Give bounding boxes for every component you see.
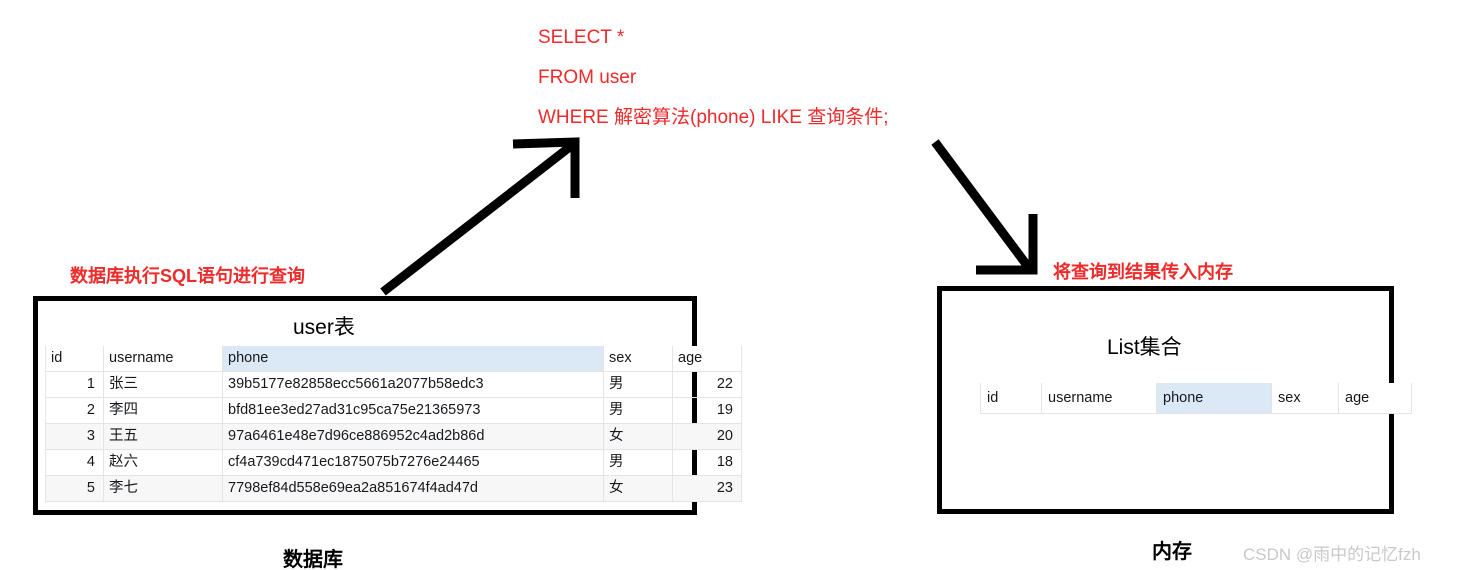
column-header-username: username bbox=[1041, 383, 1157, 414]
table-row: 5 李七 7798ef84d558e69ea2a851674f4ad47d 女 … bbox=[45, 475, 742, 502]
column-header-id: id bbox=[45, 346, 104, 372]
cell-id: 3 bbox=[45, 423, 104, 450]
list-collection-title: List集合 bbox=[1107, 336, 1182, 359]
cell-username: 张三 bbox=[103, 371, 223, 398]
user-table-title: user表 bbox=[293, 316, 355, 339]
sql-line-from: FROM user bbox=[538, 67, 637, 88]
diagram-canvas: SELECT * FROM user WHERE 解密算法(phone) LIK… bbox=[0, 0, 1457, 570]
column-header-sex: sex bbox=[603, 346, 673, 372]
arrow-down-right-icon bbox=[931, 139, 1038, 275]
column-header-phone: phone bbox=[222, 346, 604, 372]
cell-username: 李四 bbox=[103, 397, 223, 424]
caption-memory: 内存 bbox=[1152, 541, 1192, 563]
cell-id: 4 bbox=[45, 449, 104, 476]
cell-age: 20 bbox=[672, 423, 742, 450]
cell-username: 李七 bbox=[103, 475, 223, 502]
cell-phone: 7798ef84d558e69ea2a851674f4ad47d bbox=[222, 475, 604, 502]
column-header-sex: sex bbox=[1271, 383, 1339, 414]
cell-sex: 男 bbox=[603, 371, 673, 398]
database-panel: user表 id username phone sex age 1 张三 39b… bbox=[33, 296, 742, 515]
cell-age: 22 bbox=[672, 371, 742, 398]
cell-phone: cf4a739cd471ec1875075b7276e24465 bbox=[222, 449, 604, 476]
label-to-memory: 将查询到结果传入内存 bbox=[1053, 262, 1233, 282]
cell-sex: 女 bbox=[603, 475, 673, 502]
memory-panel: List集合 id username phone sex age bbox=[937, 286, 1412, 514]
list-table: id username phone sex age bbox=[980, 383, 1412, 414]
cell-id: 2 bbox=[45, 397, 104, 424]
caption-database: 数据库 bbox=[283, 549, 343, 570]
cell-phone: 39b5177e82858ecc5661a2077b58edc3 bbox=[222, 371, 604, 398]
column-header-username: username bbox=[103, 346, 223, 372]
cell-id: 5 bbox=[45, 475, 104, 502]
table-row: 3 王五 97a6461e48e7d96ce886952c4ad2b86d 女 … bbox=[45, 423, 742, 450]
table-header-row: id username phone sex age bbox=[45, 346, 742, 372]
cell-phone: 97a6461e48e7d96ce886952c4ad2b86d bbox=[222, 423, 604, 450]
cell-id: 1 bbox=[45, 371, 104, 398]
column-header-age: age bbox=[672, 346, 742, 372]
table-row: 1 张三 39b5177e82858ecc5661a2077b58edc3 男 … bbox=[45, 371, 742, 398]
column-header-id: id bbox=[980, 383, 1042, 414]
cell-username: 赵六 bbox=[103, 449, 223, 476]
label-db-exec: 数据库执行SQL语句进行查询 bbox=[70, 266, 306, 286]
arrow-up-right-icon bbox=[380, 137, 580, 296]
column-header-age: age bbox=[1338, 383, 1412, 414]
cell-age: 19 bbox=[672, 397, 742, 424]
cell-sex: 男 bbox=[603, 449, 673, 476]
cell-age: 23 bbox=[672, 475, 742, 502]
sql-line-where: WHERE 解密算法(phone) LIKE 查询条件; bbox=[538, 107, 889, 128]
sql-line-select: SELECT * bbox=[538, 27, 625, 48]
watermark: CSDN @雨中的记忆fzh bbox=[1243, 545, 1421, 564]
cell-age: 18 bbox=[672, 449, 742, 476]
table-header-row: id username phone sex age bbox=[980, 383, 1412, 414]
sql-statement-block: SELECT * FROM user WHERE 解密算法(phone) LIK… bbox=[538, 18, 889, 138]
table-row: 4 赵六 cf4a739cd471ec1875075b7276e24465 男 … bbox=[45, 449, 742, 476]
table-row: 2 李四 bfd81ee3ed27ad31c95ca75e21365973 男 … bbox=[45, 397, 742, 424]
cell-sex: 女 bbox=[603, 423, 673, 450]
cell-sex: 男 bbox=[603, 397, 673, 424]
cell-phone: bfd81ee3ed27ad31c95ca75e21365973 bbox=[222, 397, 604, 424]
cell-username: 王五 bbox=[103, 423, 223, 450]
user-table: id username phone sex age 1 张三 39b5177e8… bbox=[45, 346, 742, 502]
column-header-phone: phone bbox=[1156, 383, 1272, 414]
